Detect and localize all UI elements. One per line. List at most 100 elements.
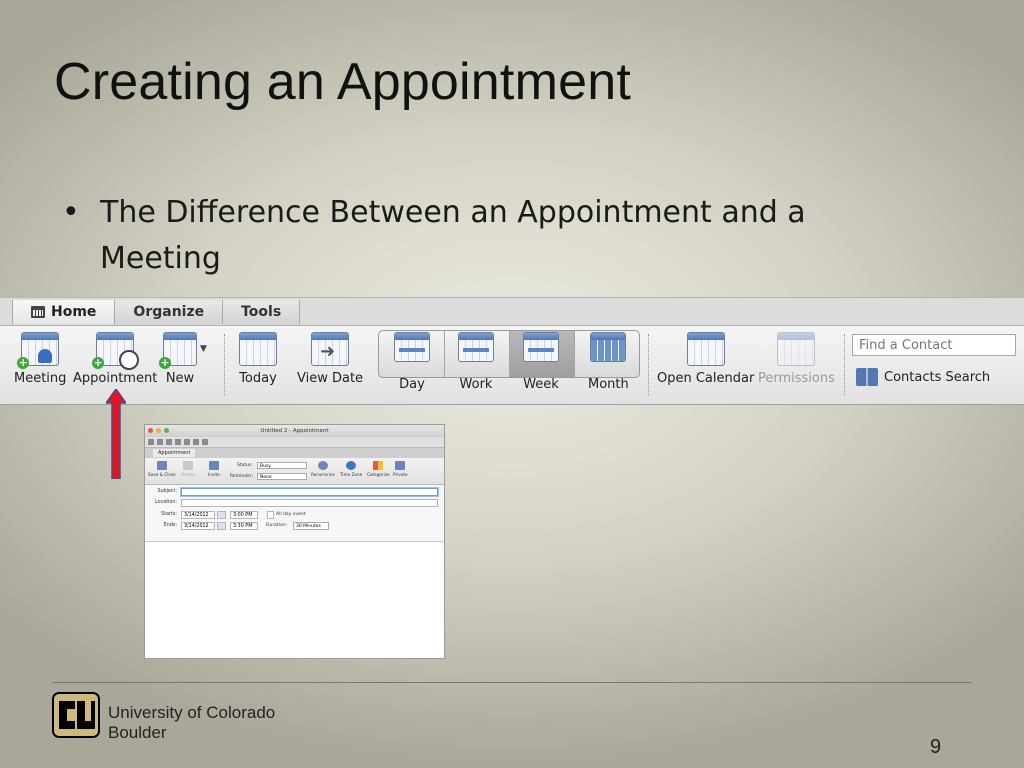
time-zone-button[interactable]: Time Zone [340, 461, 362, 477]
bullet-dot: • [62, 195, 80, 230]
toolbar-separator [844, 334, 846, 396]
duration-select[interactable]: 30 Minutes [293, 522, 329, 530]
location-input[interactable] [181, 499, 438, 507]
ribbon-tabs: Home Organize Tools [12, 300, 301, 324]
recurrence-label: Recurrence [311, 472, 335, 477]
subject-input[interactable] [181, 488, 438, 496]
all-day-label: All day event [276, 512, 306, 517]
add-badge-icon: + [17, 356, 30, 369]
zoom-window-icon[interactable] [164, 428, 169, 433]
meeting-button-label: Meeting [14, 371, 67, 386]
month-view-label: Month [588, 377, 629, 392]
clock-icon [119, 350, 140, 370]
calendar-picker-icon[interactable] [217, 522, 226, 530]
recurrence-icon [317, 461, 328, 470]
person-icon [38, 349, 53, 363]
delete-icon [182, 461, 193, 470]
chevron-down-icon[interactable]: ▼ [200, 344, 207, 354]
today-button[interactable]: Today [239, 332, 277, 398]
university-line-1: University of Colorado [108, 703, 276, 722]
tab-home-label: Home [51, 304, 97, 320]
window-title-bar: Untitled 2 - Appointment [145, 425, 444, 437]
month-calendar-icon [590, 332, 627, 362]
segment-divider [574, 331, 575, 377]
open-calendar-label: Open Calendar [657, 371, 755, 386]
day-view-button[interactable]: Day [394, 332, 430, 398]
new-button[interactable]: + New [159, 332, 197, 398]
paste-icon[interactable] [184, 439, 190, 445]
day-view-label: Day [399, 377, 425, 392]
delete-button[interactable]: Delete [181, 461, 195, 477]
invite-icon [208, 461, 219, 470]
delete-label: Delete [181, 472, 195, 477]
reminder-label: Reminder: [230, 474, 254, 479]
start-date-input[interactable]: 3/14/2012 [181, 511, 215, 519]
appointment-ribbon: Save & Close Delete Invite Status: Busy … [145, 458, 444, 485]
window-title: Untitled 2 - Appointment [260, 428, 329, 434]
invite-button[interactable]: Invite [208, 461, 220, 477]
calendar-icon [31, 306, 45, 318]
appointment-form: Subject: Location: Starts: 3/14/2012 3:0… [145, 485, 444, 542]
all-day-checkbox[interactable] [267, 511, 274, 519]
open-calendar-button[interactable]: Open Calendar [657, 332, 754, 398]
add-badge-icon: + [159, 356, 171, 369]
view-date-button[interactable]: ➜ View Date [297, 332, 363, 398]
window-controls [148, 428, 169, 433]
cut-icon[interactable] [166, 439, 172, 445]
tab-appointment[interactable]: Appointment [153, 449, 196, 457]
tab-tools-label: Tools [241, 304, 282, 320]
close-window-icon[interactable] [148, 428, 153, 433]
today-calendar-icon [239, 332, 277, 366]
recurrence-button[interactable]: Recurrence [311, 461, 335, 477]
work-view-label: Work [459, 377, 493, 392]
address-book-icon [856, 368, 878, 386]
month-view-button[interactable]: Month [588, 332, 629, 398]
tab-tools[interactable]: Tools [223, 300, 301, 324]
categorize-button[interactable]: Categorize [367, 461, 390, 477]
start-time-input[interactable]: 3:00 PM [230, 511, 258, 519]
appointment-body-editor[interactable] [145, 542, 444, 658]
print-icon[interactable] [157, 439, 163, 445]
segment-divider [509, 331, 510, 377]
ribbon-toolbar: + Meeting + Appointment + New ▼ Today ➜ [0, 325, 1024, 404]
permissions-button[interactable]: Permissions [758, 332, 835, 398]
location-label: Location: [155, 500, 177, 505]
save-icon[interactable] [148, 439, 154, 445]
meeting-button[interactable]: + Meeting [14, 332, 66, 398]
appointment-tab-bar: Appointment [145, 447, 444, 458]
globe-icon [346, 461, 357, 470]
bullet-text: The Difference Between an Appointment an… [100, 195, 806, 276]
permissions-calendar-icon [777, 332, 816, 366]
status-select[interactable]: Busy [257, 462, 307, 469]
private-button[interactable]: Private [393, 461, 408, 477]
work-week-calendar-icon [458, 332, 494, 362]
end-time-input[interactable]: 3:30 PM [230, 522, 258, 530]
copy-icon[interactable] [175, 439, 181, 445]
new-item-icon: + [159, 332, 197, 369]
contacts-search-button[interactable]: Contacts Search [856, 368, 990, 386]
tab-home[interactable]: Home [12, 300, 116, 324]
quick-access-toolbar [145, 437, 444, 447]
week-view-button[interactable]: Week [523, 332, 559, 398]
minimize-window-icon[interactable] [156, 428, 161, 433]
reminder-select[interactable]: None [257, 473, 307, 480]
page-number: 9 [930, 736, 942, 758]
day-calendar-icon [394, 332, 430, 362]
university-name: University of Colorado Boulder [108, 703, 275, 743]
appointment-window: Untitled 2 - Appointment Appointment Sav… [145, 425, 444, 658]
calendar-picker-icon[interactable] [217, 511, 226, 519]
find-contact-input[interactable] [852, 334, 1016, 356]
cu-logo-icon [52, 692, 100, 738]
ends-label: Ends: [163, 523, 177, 528]
red-arrow-annotation [106, 389, 126, 479]
work-week-view-button[interactable]: Work [458, 332, 494, 398]
tab-organize[interactable]: Organize [115, 300, 224, 324]
segment-divider [444, 331, 445, 377]
save-close-button[interactable]: Save & Close [148, 461, 176, 477]
invite-label: Invite [208, 472, 220, 477]
starts-label: Starts: [161, 512, 177, 517]
undo-icon[interactable] [193, 439, 199, 445]
end-date-input[interactable]: 3/14/2012 [181, 522, 215, 530]
redo-icon[interactable] [202, 439, 208, 445]
private-label: Private [393, 472, 408, 477]
